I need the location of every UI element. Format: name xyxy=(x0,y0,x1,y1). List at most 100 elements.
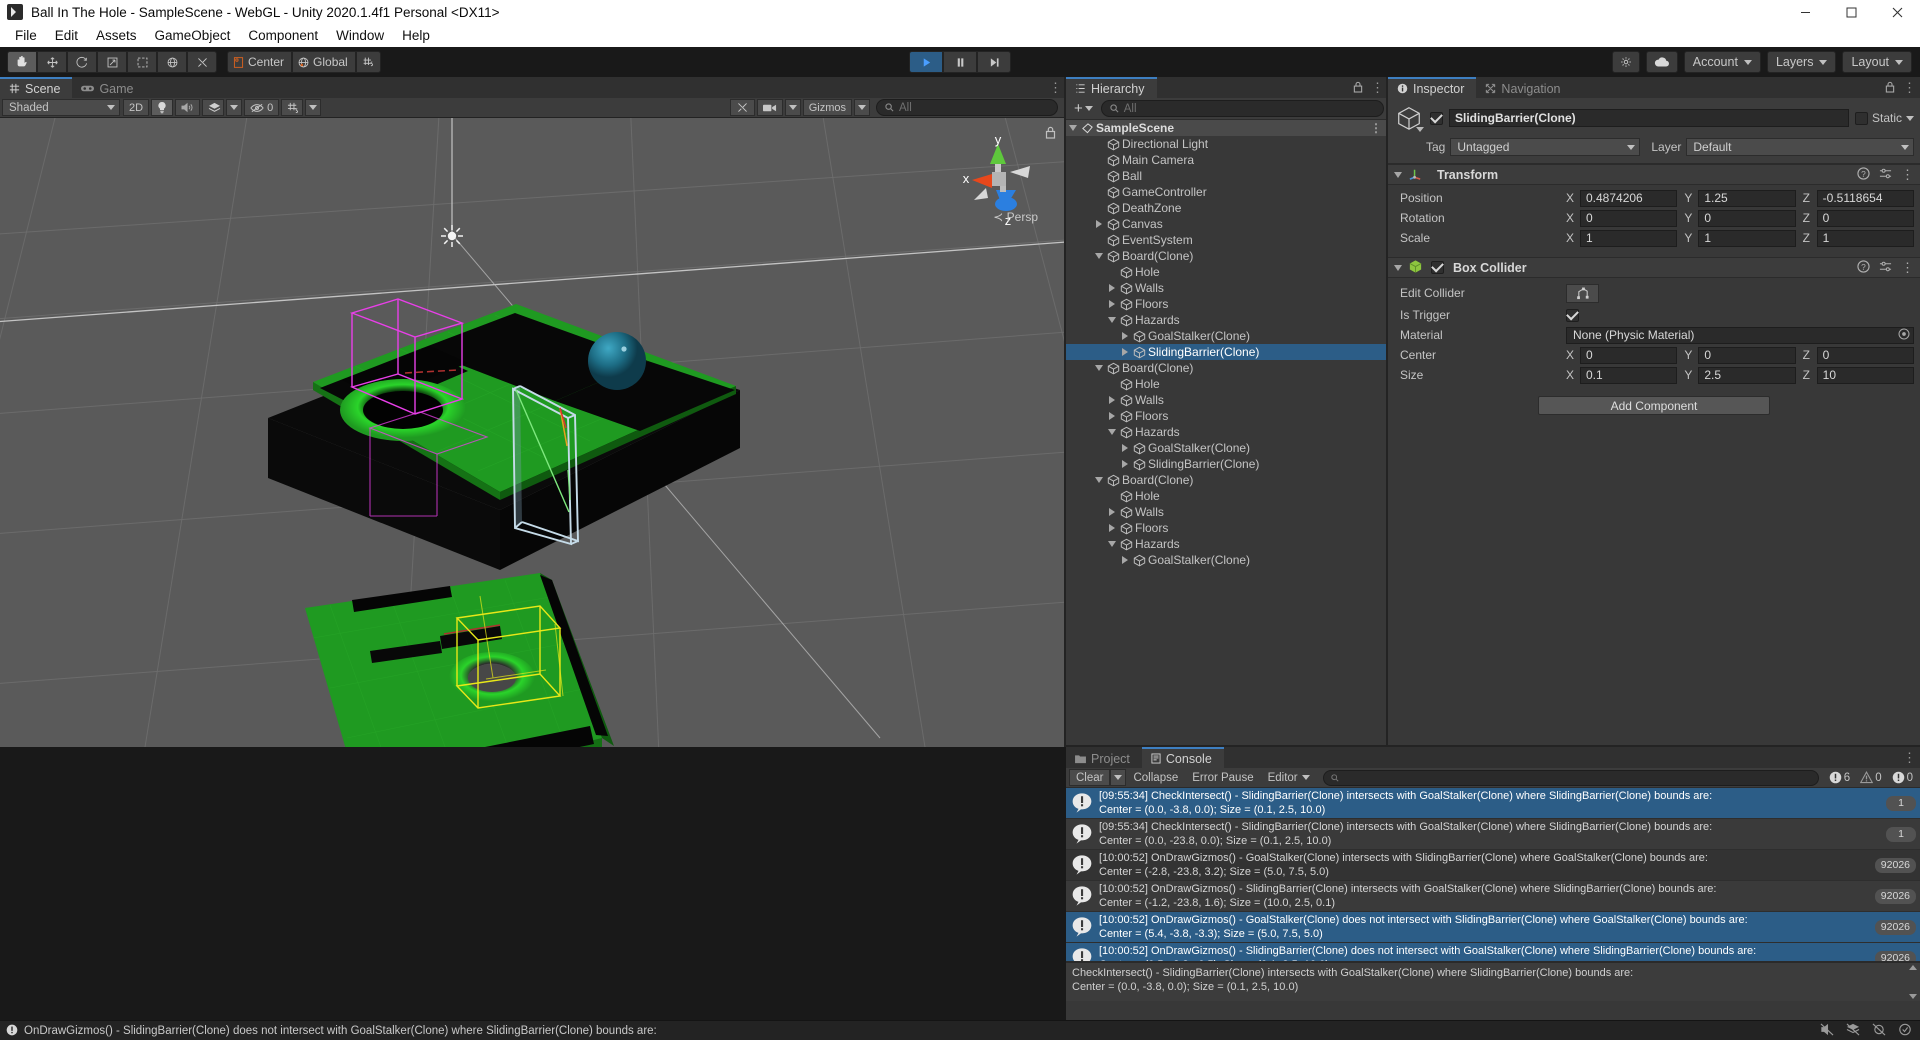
mute-audio-icon[interactable] xyxy=(1820,1023,1834,1039)
pivot-mode-button[interactable]: Center xyxy=(227,51,292,73)
size-x-field[interactable]: 0.1 xyxy=(1580,367,1677,384)
rect-tool-button[interactable] xyxy=(127,51,157,73)
scale-x-field[interactable]: 1 xyxy=(1580,230,1677,247)
tree-twisty-down-icon[interactable] xyxy=(1092,365,1105,371)
splitter-hierarchy-console[interactable] xyxy=(1066,745,1920,747)
tree-twisty-right-icon[interactable] xyxy=(1118,444,1131,452)
scene-search-input[interactable]: All xyxy=(876,99,1058,116)
tab-console[interactable]: Console xyxy=(1142,747,1224,768)
fx-toggle-button[interactable] xyxy=(202,99,224,116)
audio-toggle-button[interactable] xyxy=(175,99,200,116)
hierarchy-item[interactable]: Walls xyxy=(1066,280,1388,296)
rotation-x-field[interactable]: 0 xyxy=(1580,210,1677,227)
close-button[interactable] xyxy=(1874,0,1920,24)
tree-twisty-down-icon[interactable] xyxy=(1105,541,1118,547)
inspector-lock-icon[interactable] xyxy=(1885,80,1895,96)
grid-snap-button[interactable] xyxy=(356,51,381,73)
hierarchy-item[interactable]: Hole xyxy=(1066,376,1388,392)
scale-y-field[interactable]: 1 xyxy=(1698,230,1795,247)
account-button[interactable]: Account xyxy=(1684,51,1761,73)
hierarchy-item[interactable]: Hole xyxy=(1066,488,1388,504)
console-log-row[interactable]: [10:00:52] OnDrawGizmos() - GoalStalker(… xyxy=(1066,850,1920,881)
gameobject-enabled-checkbox[interactable] xyxy=(1430,112,1443,125)
draw-mode-dropdown[interactable]: Shaded xyxy=(2,99,120,116)
hierarchy-tree[interactable]: SampleScene⋮Directional LightMain Camera… xyxy=(1066,120,1388,747)
menu-assets[interactable]: Assets xyxy=(87,26,146,45)
box-collider-menu-kebab-icon[interactable]: ⋮ xyxy=(1901,261,1914,274)
hierarchy-item[interactable]: Ball xyxy=(1066,168,1388,184)
tree-twisty-down-icon[interactable] xyxy=(1105,317,1118,323)
hierarchy-item[interactable]: GoalStalker(Clone) xyxy=(1066,328,1388,344)
hierarchy-item[interactable]: DeathZone xyxy=(1066,200,1388,216)
hierarchy-item[interactable]: GoalStalker(Clone) xyxy=(1066,552,1388,568)
scale-tool-button[interactable] xyxy=(97,51,127,73)
tree-twisty-right-icon[interactable] xyxy=(1105,508,1118,516)
custom-tool-button[interactable] xyxy=(187,51,217,73)
hierarchy-item[interactable]: Board(Clone) xyxy=(1066,472,1388,488)
hierarchy-item[interactable]: Floors xyxy=(1066,408,1388,424)
gizmos-toggle-button[interactable]: Gizmos xyxy=(803,99,852,116)
projection-label[interactable]: ≺ Persp xyxy=(993,210,1038,224)
console-detail-scrollbar[interactable] xyxy=(1908,965,1918,999)
layers-status-icon[interactable] xyxy=(1846,1023,1860,1039)
is-trigger-checkbox[interactable] xyxy=(1566,309,1579,322)
edit-collider-button[interactable] xyxy=(1566,284,1599,303)
visibility-toggle-button[interactable]: 0 xyxy=(244,99,279,116)
hierarchy-item[interactable]: SlidingBarrier(Clone) xyxy=(1066,456,1388,472)
tab-inspector[interactable]: Inspector xyxy=(1388,77,1476,98)
box-collider-component-header[interactable]: Box Collider ? ⋮ xyxy=(1388,257,1920,278)
tree-twisty-right-icon[interactable] xyxy=(1118,348,1131,356)
scene-context-kebab-icon[interactable]: ⋮ xyxy=(1370,121,1382,135)
transform-preset-icon[interactable] xyxy=(1879,167,1892,183)
hierarchy-lock-icon[interactable] xyxy=(1353,80,1363,96)
status-bar[interactable]: OnDrawGizmos() - SlidingBarrier(Clone) d… xyxy=(0,1020,1920,1040)
box-collider-enabled-checkbox[interactable] xyxy=(1431,261,1444,274)
hierarchy-item[interactable]: GoalStalker(Clone) xyxy=(1066,440,1388,456)
tree-twisty-right-icon[interactable] xyxy=(1118,460,1131,468)
warning-count[interactable]: 0 xyxy=(1856,771,1885,784)
hierarchy-item[interactable]: GameController xyxy=(1066,184,1388,200)
check-status-icon[interactable] xyxy=(1898,1023,1912,1039)
hierarchy-item[interactable]: Walls xyxy=(1066,504,1388,520)
box-collider-help-icon[interactable]: ? xyxy=(1857,260,1870,276)
console-detail-pane[interactable]: CheckIntersect() - SlidingBarrier(Clone)… xyxy=(1066,961,1920,1001)
scene-menu-kebab-icon[interactable]: ⋮ xyxy=(1049,81,1062,94)
play-button[interactable] xyxy=(909,51,943,73)
tab-scene[interactable]: Scene xyxy=(0,77,72,98)
add-component-button[interactable]: Add Component xyxy=(1538,396,1770,415)
hand-tool-button[interactable] xyxy=(7,51,37,73)
scene-viewport[interactable]: y x z ≺ Persp xyxy=(0,118,1066,747)
rotation-z-field[interactable]: 0 xyxy=(1817,210,1914,227)
transform-component-header[interactable]: Transform ? ⋮ xyxy=(1388,164,1920,185)
hierarchy-item[interactable]: Directional Light xyxy=(1066,136,1388,152)
hierarchy-add-button[interactable]: + xyxy=(1070,100,1097,117)
splitter-hierarchy-inspector[interactable] xyxy=(1386,77,1388,747)
editor-dropdown[interactable]: Editor xyxy=(1261,769,1317,786)
static-toggle-group[interactable]: Static xyxy=(1855,111,1914,125)
hierarchy-item[interactable]: Main Camera xyxy=(1066,152,1388,168)
transform-tool-button[interactable] xyxy=(157,51,187,73)
console-search-input[interactable] xyxy=(1323,770,1819,786)
tree-twisty-right-icon[interactable] xyxy=(1092,220,1105,228)
hierarchy-item[interactable]: Floors xyxy=(1066,520,1388,536)
hierarchy-item-selected[interactable]: SlidingBarrier(Clone) xyxy=(1066,344,1388,360)
hierarchy-item[interactable]: Board(Clone) xyxy=(1066,248,1388,264)
step-button[interactable] xyxy=(977,51,1011,73)
error-count[interactable]: 6 xyxy=(1825,771,1854,784)
tab-navigation[interactable]: Navigation xyxy=(1476,77,1572,98)
move-tool-button[interactable] xyxy=(37,51,67,73)
component-tools-icon[interactable] xyxy=(730,99,755,116)
console-menu-kebab-icon[interactable]: ⋮ xyxy=(1903,751,1916,764)
hierarchy-item[interactable]: Hazards xyxy=(1066,312,1388,328)
rotation-y-field[interactable]: 0 xyxy=(1698,210,1795,227)
layer-dropdown[interactable]: Default xyxy=(1686,138,1914,156)
size-z-field[interactable]: 10 xyxy=(1817,367,1914,384)
grid-visibility-icon[interactable] xyxy=(281,99,303,116)
maximize-button[interactable] xyxy=(1828,0,1874,24)
size-y-field[interactable]: 2.5 xyxy=(1698,367,1795,384)
tab-hierarchy[interactable]: Hierarchy xyxy=(1066,77,1157,98)
transform-foldout-icon[interactable] xyxy=(1394,172,1402,178)
scene-camera-icon[interactable] xyxy=(757,99,783,116)
inspector-menu-kebab-icon[interactable]: ⋮ xyxy=(1903,81,1916,94)
tree-twisty-down-icon[interactable] xyxy=(1066,125,1079,131)
